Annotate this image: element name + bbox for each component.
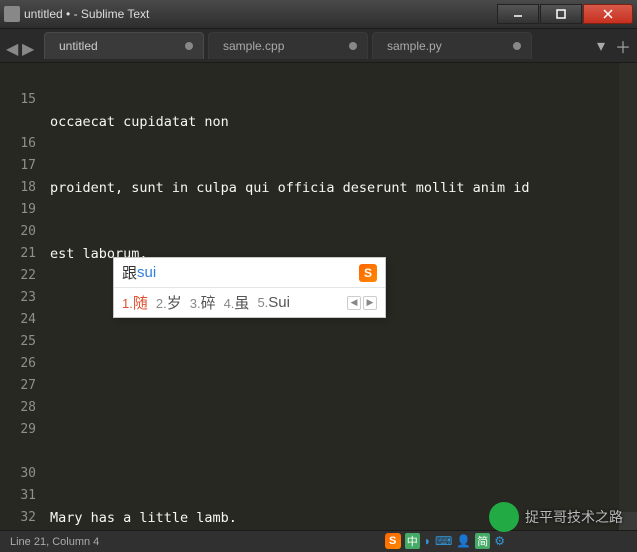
maximize-button[interactable]	[540, 4, 582, 24]
tab-nav-left-icon[interactable]: ◀	[6, 39, 20, 53]
code-line: proident, sunt in culpa qui officia dese…	[50, 177, 633, 199]
avatar-icon	[489, 502, 519, 532]
user-icon[interactable]: 👤	[456, 534, 471, 548]
ime-lang-indicator[interactable]: 中	[405, 533, 420, 549]
tab-sample-cpp[interactable]: sample.cpp	[208, 32, 368, 59]
app-icon	[4, 6, 20, 22]
tab-untitled[interactable]: untitled	[44, 32, 204, 59]
window-controls	[496, 4, 633, 24]
keyboard-icon[interactable]: ⌨	[435, 534, 452, 548]
ime-page-next-icon[interactable]: ▶	[363, 296, 377, 310]
ime-candidate[interactable]: 4.虽	[224, 292, 250, 313]
new-tab-icon[interactable]: ＋	[615, 34, 631, 58]
window-title: untitled • - Sublime Text	[24, 7, 496, 21]
tab-label: untitled	[59, 39, 98, 53]
tab-label: sample.cpp	[223, 39, 284, 53]
dirty-indicator-icon[interactable]	[513, 42, 521, 50]
code-line: occaecat cupidatat non	[50, 111, 633, 133]
tab-nav-right-icon[interactable]: ▶	[22, 39, 36, 53]
watermark: 捉平哥技术之路	[489, 502, 623, 532]
tab-nav-arrows: ◀ ▶	[6, 39, 36, 53]
sogou-logo-icon[interactable]: S	[385, 533, 401, 549]
ime-comp-suffix: sui	[137, 264, 156, 281]
ime-comp-prefix: 跟	[122, 262, 137, 283]
punct-icon[interactable]: ◗	[424, 534, 431, 548]
statusbar: Line 21, Column 4	[0, 530, 637, 552]
tab-strip: ◀ ▶ untitled sample.cpp sample.py ▾ ＋	[0, 29, 637, 63]
code-line	[50, 375, 633, 397]
ime-pager: ◀ ▶	[347, 296, 377, 310]
minimize-button[interactable]	[497, 4, 539, 24]
ime-page-prev-icon[interactable]: ◀	[347, 296, 361, 310]
code-line	[50, 441, 633, 463]
ime-candidate[interactable]: 1.随	[122, 292, 148, 313]
settings-icon[interactable]: ⚙	[494, 534, 505, 548]
minimap[interactable]	[619, 63, 637, 530]
ime-candidate[interactable]: 5.Sui	[257, 294, 290, 311]
gutter: 15 1617181920 2122232425 26272829 303132	[0, 63, 44, 530]
window: untitled • - Sublime Text ◀ ▶ untitled s…	[0, 0, 637, 552]
status-cursor-position: Line 21, Column 4	[10, 536, 99, 548]
watermark-text: 捉平哥技术之路	[525, 507, 623, 527]
close-button[interactable]	[583, 4, 633, 24]
tab-overflow-icon[interactable]: ▾	[597, 36, 605, 56]
ime-candidate[interactable]: 2.岁	[156, 292, 182, 313]
sogou-logo-icon: S	[359, 264, 377, 282]
ime-simp-indicator[interactable]: 简	[475, 533, 490, 549]
ime-candidate[interactable]: 3.碎	[190, 292, 216, 313]
sogou-tray[interactable]: S 中 ◗ ⌨ 👤 简 ⚙	[383, 532, 507, 550]
ime-candidate-row: 1.随 2.岁 3.碎 4.虽 5.Sui ◀ ▶	[114, 288, 385, 317]
tab-label: sample.py	[387, 39, 442, 53]
titlebar[interactable]: untitled • - Sublime Text	[0, 0, 637, 29]
tab-sample-py[interactable]: sample.py	[372, 32, 532, 59]
dirty-indicator-icon[interactable]	[349, 42, 357, 50]
ime-composition-row: 跟sui S	[114, 258, 385, 288]
dirty-indicator-icon[interactable]	[185, 42, 193, 50]
ime-popup[interactable]: 跟sui S 1.随 2.岁 3.碎 4.虽 5.Sui ◀ ▶	[113, 257, 386, 318]
